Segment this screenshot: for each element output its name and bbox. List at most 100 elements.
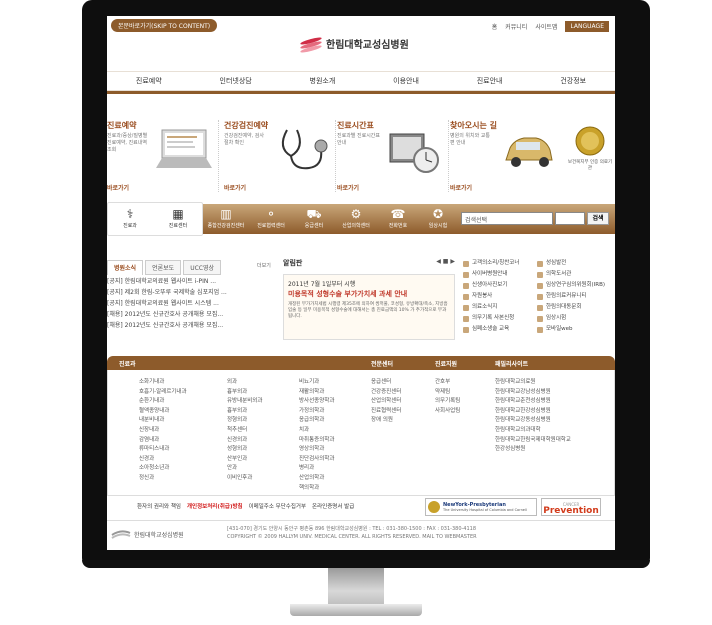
sitemap-link[interactable]: 흉부외과	[227, 388, 262, 398]
notice-card[interactable]: 2011년 7월 1일부터 시행 미용목적 성형수술 부가가치세 과세 안내 개…	[283, 274, 455, 340]
list-item[interactable]: 사이버병원안내	[463, 269, 519, 280]
sitemap-link[interactable]: 한림대학교의료원	[495, 378, 571, 388]
certificate-link[interactable]: 온라인증명서 발급	[312, 502, 354, 510]
language-button[interactable]: LANGUAGE	[565, 21, 609, 32]
sitemap-link[interactable]: 건강증진센터	[371, 388, 401, 398]
sitemap-link[interactable]: 성형외과	[227, 445, 262, 455]
list-item[interactable]: 의학도서관	[537, 269, 605, 280]
sitemap-link[interactable]: 핵의학과	[299, 484, 334, 494]
nav-health[interactable]: 건강정보	[560, 76, 586, 86]
sitemap-link[interactable]: 산부인과	[227, 455, 262, 465]
skip-link[interactable]: 본문바로가기(SKIP TO CONTENT)	[111, 19, 218, 32]
sitemap-link[interactable]: 비뇨기과	[299, 378, 334, 388]
sitemap-link[interactable]: 소화기내과	[139, 378, 187, 388]
list-item[interactable]: 심폐소생술 교육	[463, 324, 519, 335]
sitemap-link[interactable]: 장애 의원	[371, 416, 401, 426]
sitemap-link[interactable]: 영상의학과	[299, 445, 334, 455]
sitemap-link[interactable]: 한림대학교춘천성심병원	[495, 397, 571, 407]
search-input[interactable]	[555, 212, 585, 225]
search-button[interactable]: 검색	[587, 212, 609, 225]
quick-schedule[interactable]: 진료시간표 진료과별 진료시간표 안내 바로가기	[337, 120, 449, 192]
notice-pager[interactable]: ◀ ■ ▶	[436, 258, 455, 265]
sitemap-link[interactable]: 소아청소년과	[139, 464, 187, 474]
tab-ucc[interactable]: UCC영상	[183, 260, 221, 275]
sitemap-link[interactable]: 류마티스내과	[139, 445, 187, 455]
nav-consult[interactable]: 인터넷상담	[220, 76, 252, 86]
privacy-policy-link[interactable]: 개인정보처리(취급)방침	[187, 502, 243, 510]
list-item[interactable]: 고객의소리/칭찬코너	[463, 258, 519, 269]
list-item[interactable]: 한림의료커뮤니티	[537, 291, 605, 302]
list-item[interactable]: 자원봉사	[463, 291, 519, 302]
nav-treatment[interactable]: 진료안내	[477, 76, 503, 86]
email-refusal-link[interactable]: 이메일주소 무단수집거부	[249, 502, 306, 510]
sitemap-link[interactable]: 혈액종양내과	[139, 407, 187, 417]
sitemap-link[interactable]: 신경과	[139, 455, 187, 465]
sitemap-link[interactable]: 흉부외과	[227, 407, 262, 417]
sitemap-link[interactable]: 가정의학과	[299, 407, 334, 417]
sitemap-link[interactable]: 산업의학과	[299, 474, 334, 484]
quick-go[interactable]: 바로가기	[224, 183, 246, 192]
list-item[interactable]: [공지] 한림대학교의료원 웹사이트 i-PIN ...	[107, 276, 277, 287]
quick-directions[interactable]: 찾아오시는 길 병원의 위치와 교통편 안내 바로가기	[450, 120, 562, 192]
sitemap-link[interactable]: 방사선종양학과	[299, 397, 334, 407]
tab-hospital-news[interactable]: 병원소식	[107, 260, 144, 275]
sitemap-link[interactable]: 한림대학교한림국제대학원대학교	[495, 436, 571, 446]
list-item[interactable]: 의무기록 사본신청	[463, 313, 519, 324]
sitemap-link[interactable]: 내분비내과	[139, 416, 187, 426]
list-item[interactable]: 의료소식지	[463, 302, 519, 313]
phone-button[interactable]: ☎ 전화번호	[379, 206, 417, 229]
sitemap-link[interactable]: 유방내분비외과	[227, 397, 262, 407]
patient-rights-link[interactable]: 환자의 권리와 책임	[137, 502, 181, 510]
sitemap-link[interactable]: 호흡기-알레르기내과	[139, 388, 187, 398]
quick-checkup[interactable]: 건강검진예약 건강검진예약, 검사절차 확인 바로가기	[224, 120, 336, 192]
sitemap-link[interactable]: 한림대학교강동성심병원	[495, 416, 571, 426]
list-item[interactable]: 성심발전	[537, 258, 605, 269]
sitemap-link[interactable]: 이비인후과	[227, 474, 262, 484]
sitemap-link[interactable]: 마취통증의학과	[299, 436, 334, 446]
checkup-center-button[interactable]: ▥ 종합건강검진센터	[207, 206, 245, 229]
sitemap-link[interactable]: 응급의학과	[299, 416, 334, 426]
sitemap-link[interactable]: 약제팀	[435, 388, 460, 398]
nyp-banner[interactable]: NewYork-Presbyterian The University Hospi…	[425, 498, 537, 516]
sitemap-link[interactable]: 외과	[227, 378, 262, 388]
quick-go[interactable]: 바로가기	[337, 183, 359, 192]
quick-go[interactable]: 바로가기	[107, 183, 129, 192]
sitemap-link[interactable]: 신경외과	[227, 436, 262, 446]
sitemap-link[interactable]: 진료협력센터	[371, 407, 401, 417]
cancer-prevention-banner[interactable]: CANCER Prevention	[541, 498, 601, 516]
list-item[interactable]: [채용] 2012년도 신규간호사 공개채용 모집...	[107, 309, 277, 320]
search-select[interactable]: 검색선택	[461, 212, 553, 225]
nav-about[interactable]: 병원소개	[310, 76, 336, 86]
sitemap-link[interactable]: 순환기내과	[139, 397, 187, 407]
list-item[interactable]: 임상시험	[537, 313, 605, 324]
sitemap-link[interactable]: 한림대학교강남성심병원	[495, 388, 571, 398]
sitemap-link[interactable]: 병리과	[299, 464, 334, 474]
sitemap-link[interactable]: 한림대학교한강성심병원	[495, 407, 571, 417]
sitemap-link[interactable]: 진단검사의학과	[299, 455, 334, 465]
more-link[interactable]: 더보기	[257, 262, 271, 269]
nav-guide[interactable]: 이용안내	[393, 76, 419, 86]
sitemap-link[interactable]: 감염내과	[139, 436, 187, 446]
sitemap-link[interactable]: 재활의학과	[299, 388, 334, 398]
center-button[interactable]: ▦ 진료센터	[159, 206, 197, 229]
list-item[interactable]: 한림의대동문회	[537, 302, 605, 313]
clinical-trial-button[interactable]: ✪ 임상시험	[419, 206, 457, 229]
list-item[interactable]: [채용] 2012년도 신규간호사 공개채용 모집...	[107, 320, 277, 331]
sitemap-link[interactable]: 정신과	[139, 474, 187, 484]
list-item[interactable]: 신생아사진보기	[463, 280, 519, 291]
sitemap-link[interactable]: 한강성심병원	[495, 445, 571, 455]
sitemap-link[interactable]: 치과	[299, 426, 334, 436]
sitemap-link[interactable]: 사이트맵	[535, 22, 557, 31]
hospital-logo[interactable]: 한림대학교성심병원	[299, 35, 409, 54]
quick-reservation[interactable]: 진료예약 진료과/증상/질병별 진료예약, 진료내역조회 바로가기	[107, 120, 219, 192]
nav-reservation[interactable]: 진료예약	[136, 76, 162, 86]
sitemap-link[interactable]: 응급센터	[371, 378, 401, 388]
quick-go[interactable]: 바로가기	[450, 183, 472, 192]
sitemap-link[interactable]: 신장내과	[139, 426, 187, 436]
list-item[interactable]: [공지] 한림대학교의료원 웹사이트 시스템 ...	[107, 298, 277, 309]
emergency-button[interactable]: ⛟ 응급센터	[295, 206, 333, 229]
sitemap-link[interactable]: 안과	[227, 464, 262, 474]
sitemap-link[interactable]: 의무기록팀	[435, 397, 460, 407]
dept-button[interactable]: ⚕ 진료과	[111, 206, 149, 229]
sitemap-link[interactable]: 간호부	[435, 378, 460, 388]
